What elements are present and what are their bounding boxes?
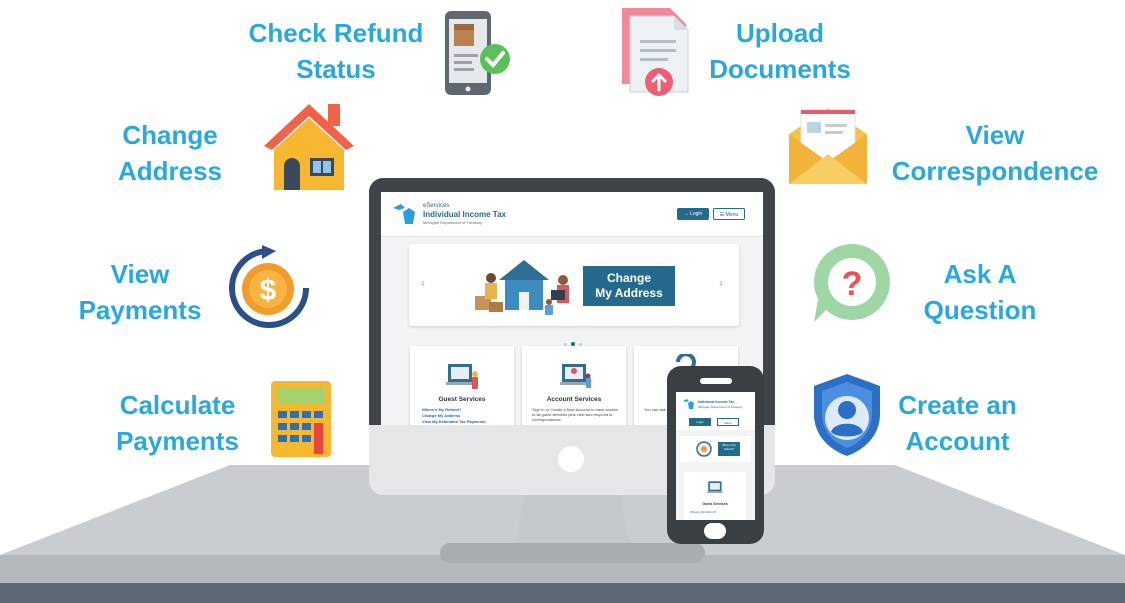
moving-family-illustration [475, 260, 569, 315]
phone-site-department: Michigan Department of Treasury [698, 405, 743, 409]
create-an-account-label: Create an Account [898, 390, 1017, 456]
check-refund-status-label: Check Refund Status [248, 18, 424, 84]
monitor-stand-base [440, 543, 705, 563]
guest-services-illustration [446, 364, 478, 389]
carousel-next-arrow[interactable]: › [719, 276, 723, 290]
account-services-illustration [560, 364, 591, 388]
phone-screen: Individual Income Tax Michigan Departmen… [676, 392, 755, 520]
phone-home-button[interactable] [704, 523, 726, 539]
house-icon [264, 104, 354, 190]
phone-banner: Where's My Refund? [680, 436, 751, 462]
account-services-title: Account Services [546, 396, 602, 403]
phone-menu-button[interactable]: Menu [717, 418, 739, 426]
phone-wheres-my-refund-link[interactable]: Where's My Refund? [690, 510, 716, 514]
site-header: eServices Individual Income Tax Michigan… [381, 192, 763, 237]
account-services-card: Account Services Sign In or Create a New… [522, 346, 626, 425]
guest-services-card: Guest Services Where's My Refund? Change… [410, 346, 514, 425]
upload-documents-label: Upload Documents [709, 18, 851, 84]
carousel-prev-arrow[interactable]: ‹ [421, 276, 425, 290]
account-services-text: Sign In or Create a New Account to have … [532, 407, 618, 422]
dollar-refresh-icon: $ [229, 245, 309, 328]
phone-site-title: Individual Income Tax [698, 400, 735, 404]
phone-guest-services-title: Guest Services [702, 502, 728, 506]
envelope-icon [789, 108, 867, 184]
change-my-address-link[interactable]: Change My Address [422, 413, 460, 418]
menu-button[interactable]: ☰ Menu [713, 208, 745, 220]
phone-speaker [700, 378, 732, 384]
phone-login-button[interactable]: Login [689, 418, 711, 426]
guest-services-title: Guest Services [438, 396, 486, 403]
phone-banner-button[interactable]: Where's My Refund? [718, 442, 740, 456]
svg-text:$: $ [260, 274, 277, 307]
user-shield-icon [814, 374, 880, 456]
banner-line-1: Change [606, 271, 651, 285]
ask-a-question-label: Ask A Question [923, 259, 1037, 325]
michigan-logo-icon [393, 204, 415, 224]
view-payments-label: View Payments [78, 259, 202, 325]
estimated-tax-payments-link[interactable]: View My Estimated Tax Payments [422, 419, 486, 424]
monitor-stand-neck [515, 495, 630, 545]
refund-status-phone-icon [445, 11, 510, 95]
site-title: Individual Income Tax [423, 210, 506, 219]
phone-guest-services-card: Guest Services Where's My Refund? [684, 472, 746, 520]
desk-edge [0, 583, 1125, 603]
calculate-payments-label: Calculate Payments [116, 390, 239, 456]
calculator-icon [271, 381, 331, 457]
banner-carousel: ‹ Change My Address › [409, 244, 739, 326]
wheres-my-refund-link[interactable]: Where's My Refund? [422, 407, 461, 412]
site-subtitle: eServices [423, 203, 450, 209]
view-correspondence-label: View Correspondence [891, 120, 1099, 186]
banner-line-2: My Address [595, 286, 663, 300]
site-department: Michigan Department of Treasury [423, 220, 483, 225]
phone-guest-illustration [707, 481, 723, 493]
phone-michigan-logo-icon [683, 399, 694, 409]
upload-document-icon [622, 8, 689, 96]
power-button[interactable] [558, 446, 584, 472]
change-my-address-banner-button[interactable]: Change My Address [583, 266, 675, 306]
login-button[interactable]: → Login [677, 208, 709, 220]
phone-refund-illustration [696, 441, 712, 457]
change-address-label: Change Address [117, 120, 223, 186]
svg-text:?: ? [842, 265, 863, 303]
phone-site-header: Individual Income Tax Michigan Departmen… [676, 392, 755, 430]
question-bubble-icon: ? [814, 244, 890, 322]
